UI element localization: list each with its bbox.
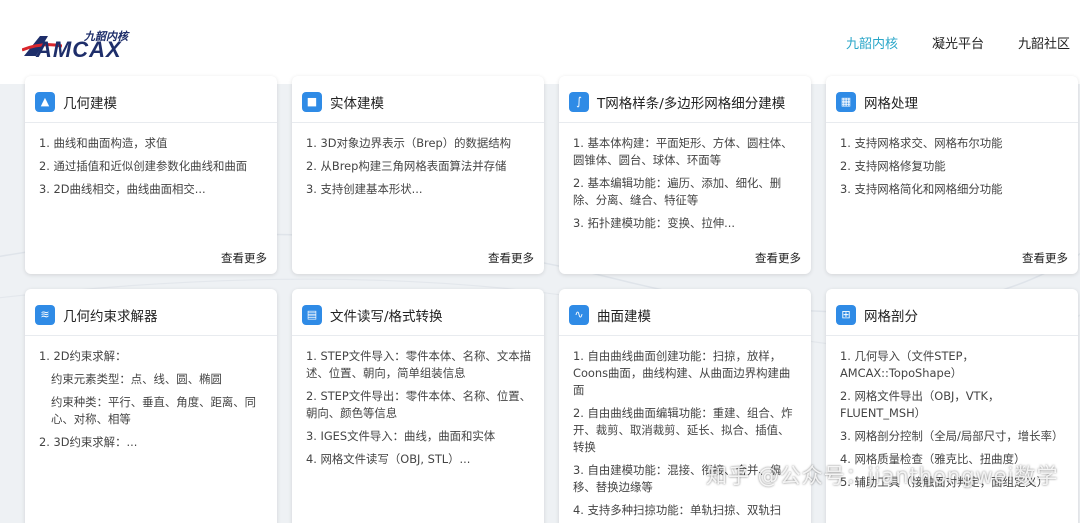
list-item: 1. STEP文件导入：零件本体、名称、文本描述、位置、朝向，简单组装信息 xyxy=(306,349,531,380)
card-title: 实体建模 xyxy=(330,95,384,112)
card-title: 曲面建模 xyxy=(597,308,651,325)
list-item: 2. STEP文件导出：零件本体、名称、位置、朝向、颜色等信息 xyxy=(306,389,531,420)
list-subitem: 约束种类：平行、垂直、角度、距离、同心、对称、相等 xyxy=(51,395,257,426)
list-item: 3. 拓扑建模功能：变换、拉伸... xyxy=(573,216,736,230)
spline-icon: ∫ xyxy=(569,91,589,112)
list-item: 2. 支持网格修复功能 xyxy=(840,159,946,173)
list-item: 2. 通过插值和近似创建参数化曲线和曲面 xyxy=(39,159,248,173)
card-header: ▤ 文件读写/格式转换 xyxy=(292,289,544,336)
list-item: 3. 网格剖分控制（全局/局部尺寸，增长率） xyxy=(840,429,1064,443)
nav-item-jiushao-community[interactable]: 九韶社区 xyxy=(1018,33,1070,52)
card-header: ▦ 网格处理 xyxy=(826,76,1078,123)
list-item: 1. 自由曲线曲面创建功能：扫掠，放样，Coons曲面，曲线构建、从曲面边界构建… xyxy=(573,349,791,397)
surface-icon: ∿ xyxy=(569,304,589,325)
card-title: 几何约束求解器 xyxy=(63,308,158,325)
constraint-icon: ≋ xyxy=(35,304,55,325)
file-icon: ▤ xyxy=(302,304,322,325)
card-header: ∫ T网格样条/多边形网格细分建模 xyxy=(559,76,811,123)
shapes-icon: ▲ xyxy=(35,91,55,112)
card-header: ▲ 几何建模 xyxy=(25,76,277,123)
list-item: 2. 自由曲线曲面编辑功能：重建、组合、炸开、裁剪、取消裁剪、延长、拟合、插值、… xyxy=(573,406,793,454)
view-more-link[interactable]: 查看更多 xyxy=(488,250,534,266)
card-title: 文件读写/格式转换 xyxy=(330,308,443,325)
list-item: 3. IGES文件导入：曲线，曲面和实体 xyxy=(306,429,496,443)
card-title: T网格样条/多边形网格细分建模 xyxy=(597,95,786,112)
list-item: 3. 支持创建基本形状... xyxy=(306,182,423,196)
nav-item-jiushao-kernel[interactable]: 九韶内核 xyxy=(846,33,898,52)
card-file-io[interactable]: ▤ 文件读写/格式转换 1. STEP文件导入：零件本体、名称、文本描述、位置、… xyxy=(292,289,544,523)
list-item: 3. 2D曲线相交，曲线曲面相交... xyxy=(39,182,206,196)
grid-icon: ▦ xyxy=(836,91,856,112)
list-item: 2. 基本编辑功能：遍历、添加、细化、删除、分离、缝合、特征等 xyxy=(573,176,782,207)
list-item: 2. 从Brep构建三角网格表面算法并存储 xyxy=(306,159,507,173)
list-item: 2. 网格文件导出（OBJ，VTK，FLUENT_MSH） xyxy=(840,389,1000,420)
watermark-text: 知乎 @公众号：jianthongwei数学 xyxy=(706,464,1059,488)
list-item: 1. 3D对象边界表示（Brep）的数据结构 xyxy=(306,136,512,150)
mesh-icon: ⊞ xyxy=(836,304,856,325)
card-solid-modeling[interactable]: ■ 实体建模 1. 3D对象边界表示（Brep）的数据结构 2. 从Brep构建… xyxy=(292,76,544,274)
view-more-link[interactable]: 查看更多 xyxy=(221,250,267,266)
list-item: 4. 支持多种扫掠功能：单轨扫掠、双轨扫 xyxy=(573,503,782,517)
card-header: ■ 实体建模 xyxy=(292,76,544,123)
list-item: 1. 2D约束求解： xyxy=(39,349,127,363)
nav-item-ningguang-platform[interactable]: 凝光平台 xyxy=(932,33,984,52)
card-header: ∿ 曲面建模 xyxy=(559,289,811,336)
amcax-logo[interactable]: 九韶内核 AMCAX xyxy=(22,28,130,62)
list-item: 4. 网格文件读写（OBJ, STL）... xyxy=(306,452,471,466)
main-nav: 九韶内核 凝光平台 九韶社区 xyxy=(846,33,1070,52)
card-geometric-modeling[interactable]: ▲ 几何建模 1. 曲线和曲面构造，求值 2. 通过插值和近似创建参数化曲线和曲… xyxy=(25,76,277,274)
view-more-link[interactable]: 查看更多 xyxy=(755,250,801,266)
list-item: 1. 曲线和曲面构造，求值 xyxy=(39,136,168,150)
card-title: 几何建模 xyxy=(63,95,117,112)
list-item: 3. 支持网格简化和网格细分功能 xyxy=(840,182,1003,196)
list-item: 1. 基本体构建：平面矩形、方体、圆柱体、圆锥体、圆台、球体、环面等 xyxy=(573,136,793,167)
card-constraint-solver[interactable]: ≋ 几何约束求解器 1. 2D约束求解： 约束元素类型：点、线、圆、椭圆 约束种… xyxy=(25,289,277,523)
logo-word: AMCAX xyxy=(36,37,122,62)
card-mesh-processing[interactable]: ▦ 网格处理 1. 支持网格求交、网格布尔功能 2. 支持网格修复功能 3. 支… xyxy=(826,76,1078,274)
card-title: 网格处理 xyxy=(864,95,918,112)
view-more-link[interactable]: 查看更多 xyxy=(1022,250,1068,266)
card-tspline-modeling[interactable]: ∫ T网格样条/多边形网格细分建模 1. 基本体构建：平面矩形、方体、圆柱体、圆… xyxy=(559,76,811,274)
top-header: 九韶内核 AMCAX 九韶内核 凝光平台 九韶社区 xyxy=(0,0,1080,84)
card-header: ⊞ 网格剖分 xyxy=(826,289,1078,336)
card-header: ≋ 几何约束求解器 xyxy=(25,289,277,336)
cube-icon: ■ xyxy=(302,91,322,112)
list-subitem: 约束元素类型：点、线、圆、椭圆 xyxy=(51,372,222,386)
list-item: 1. 支持网格求交、网格布尔功能 xyxy=(840,136,1003,150)
list-item: 2. 3D约束求解：... xyxy=(39,435,138,449)
card-title: 网格剖分 xyxy=(864,308,918,325)
list-item: 1. 几何导入（文件STEP，AMCAX::TopoShape） xyxy=(840,349,974,380)
